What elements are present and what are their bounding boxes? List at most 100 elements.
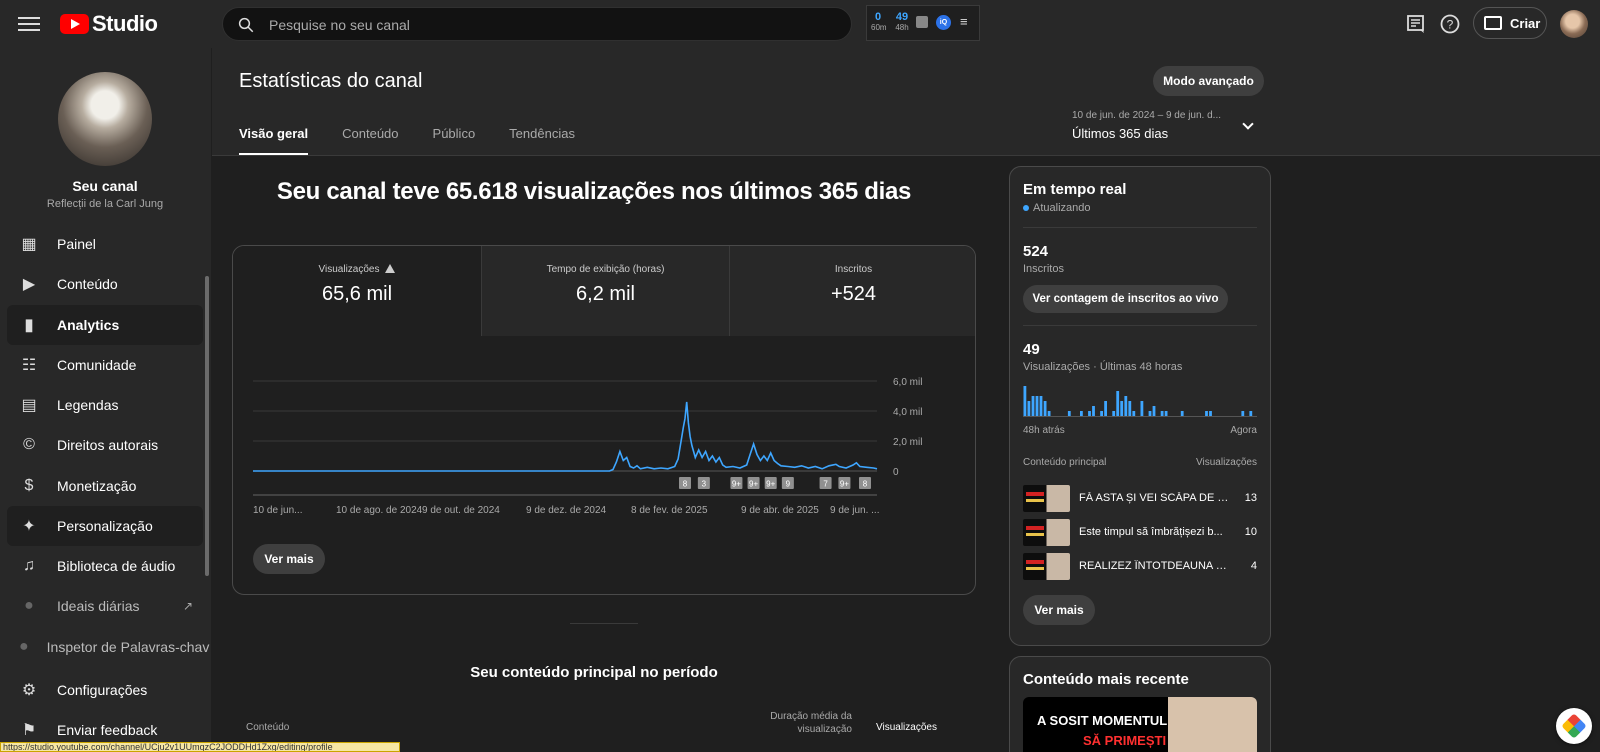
date-range-label: Últimos 365 dias xyxy=(1072,126,1169,141)
channel-name: Seu canal xyxy=(72,178,138,194)
sidebar-item-keyword-inspector[interactable]: ● Inspetor de Palavras-chav xyxy=(7,627,209,667)
realtime-bar xyxy=(1104,401,1107,416)
sidebar-item-customization[interactable]: ✦ Personalização xyxy=(7,505,203,546)
tab-trends[interactable]: Tendências xyxy=(509,126,575,155)
sidebar-item-label: Ideais diárias xyxy=(57,598,140,615)
publish-marker-label: 9+ xyxy=(840,480,849,489)
sidebar-item-subtitles[interactable]: ▤ Legendas xyxy=(7,385,203,425)
x-tick-label: 8 de fev. de 2025 xyxy=(631,505,708,516)
latest-video-thumbnail[interactable]: A SOSIT MOMENTUL SĂ PRIMEȘTI xyxy=(1023,697,1257,752)
tab-overview[interactable]: Visão geral xyxy=(239,126,309,155)
video-views: 13 xyxy=(1244,492,1257,504)
analytics-header: Estatísticas do canal Modo avançado Visã… xyxy=(212,48,1600,156)
sidebar-item-label: Analytics xyxy=(57,316,120,333)
realtime-bar xyxy=(1039,396,1043,416)
ext-menu-icon[interactable]: ≡ xyxy=(960,15,968,28)
content-icon: ▶ xyxy=(22,276,36,294)
sidebar-item-copyright[interactable]: © Direitos autorais xyxy=(7,425,203,465)
hamburger-menu-icon[interactable] xyxy=(18,14,40,34)
sidebar-item-label: Conteúdo xyxy=(57,276,118,293)
realtime-bar xyxy=(1100,411,1103,416)
date-range-selector[interactable]: 10 de jun. de 2024 – 9 de jun. d... Últi… xyxy=(1072,110,1272,141)
kpi-watch-time[interactable]: Tempo de exibição (horas) 6,2 mil xyxy=(481,246,729,336)
sidebar-item-label: Inspetor de Palavras-chav xyxy=(46,638,210,655)
sidebar: Seu canal Reflecții de la Carl Jung ▦ Pai… xyxy=(0,48,212,752)
publish-marker-label: 9 xyxy=(786,480,791,489)
realtime-bar-chart[interactable] xyxy=(1023,383,1257,417)
kpi-views[interactable]: Visualizações 65,6 mil xyxy=(233,246,481,336)
realtime-content-row[interactable]: FĂ ASTA ȘI VEI SCĂPA DE 9... 13 xyxy=(1023,485,1257,513)
live-subscriber-count-button[interactable]: Ver contagem de inscritos ao vivo xyxy=(1023,285,1228,313)
tab-content[interactable]: Conteúdo xyxy=(342,126,398,155)
sidebar-item-audio-library[interactable]: ♫ Biblioteca de áudio xyxy=(7,546,203,586)
video-thumbnail xyxy=(1023,519,1070,546)
youtube-logo-icon xyxy=(60,14,89,34)
realtime-bar xyxy=(1205,411,1208,416)
kpi-value: +524 xyxy=(830,283,877,305)
studio-logo[interactable]: Studio xyxy=(60,11,158,37)
ext-stat-value: 49 xyxy=(895,11,909,23)
bar-chart-icon[interactable] xyxy=(916,16,928,28)
advanced-mode-button[interactable]: Modo avançado xyxy=(1153,66,1264,96)
divider xyxy=(1023,227,1257,228)
table-header-views[interactable]: Visualizações xyxy=(876,722,937,733)
table-header-avg-duration[interactable]: Duração média da visualização xyxy=(758,710,852,736)
copyright-icon: © xyxy=(23,436,35,454)
overview-headline: Seu canal teve 65.618 visualizações nos … xyxy=(276,178,912,205)
publish-marker-label: 7 xyxy=(823,480,828,489)
realtime-content-row[interactable]: Este timpul să îmbrățișezi b... 10 xyxy=(1023,519,1257,547)
sidebar-scrollbar[interactable] xyxy=(205,276,209,576)
top-bar: Studio 0 60m 49 48h iQ ≡ ? Criar xyxy=(0,0,1600,48)
comments-icon[interactable] xyxy=(1404,12,1428,36)
sidebar-item-community[interactable]: ☷ Comunidade xyxy=(7,345,203,385)
sidebar-item-label: Monetização xyxy=(57,477,137,494)
realtime-content-row[interactable]: REALIZEZ ÎNTOTDEAUNA cee... 4 xyxy=(1023,553,1257,581)
channel-avatar[interactable] xyxy=(58,72,152,166)
search-icon xyxy=(238,17,254,33)
sidebar-item-settings[interactable]: ⚙ Configurações xyxy=(7,670,203,710)
sidebar-item-content[interactable]: ▶ Conteúdo xyxy=(7,264,203,304)
browser-status-url: https://studio.youtube.com/channel/UCju2… xyxy=(0,742,400,752)
kpi-subscribers[interactable]: Inscritos +524 xyxy=(729,246,975,336)
warning-icon xyxy=(385,264,396,273)
video-title: Este timpul să îmbrățișezi b... xyxy=(1079,526,1223,538)
realtime-see-more-button[interactable]: Ver mais xyxy=(1023,595,1095,625)
thumbnail-text-line1: A SOSIT MOMENTUL xyxy=(1037,713,1168,728)
create-label: Criar xyxy=(1510,15,1541,31)
create-button[interactable]: Criar xyxy=(1473,7,1547,39)
monetization-icon: $ xyxy=(24,476,34,494)
account-avatar[interactable] xyxy=(1560,10,1588,38)
see-more-button[interactable]: Ver mais xyxy=(253,544,325,574)
y-tick-label: 4,0 mil xyxy=(893,407,922,418)
realtime-subs-label: Inscritos xyxy=(1023,263,1064,275)
sidebar-item-daily-ideas[interactable]: ● Ideais diárias ↗ xyxy=(7,586,203,626)
vidiq-icon[interactable]: iQ xyxy=(936,15,951,30)
svg-text:?: ? xyxy=(1447,18,1454,32)
assistant-fab-icon[interactable] xyxy=(1556,708,1592,744)
video-title: FĂ ASTA ȘI VEI SCĂPA DE 9... xyxy=(1079,492,1231,504)
views-line-chart[interactable]: 6,0 mil 4,0 mil 2,0 mil 0 8 3 9+ 9+ 9+ 9 7 9+ 8 10 de… xyxy=(233,336,976,536)
sidebar-item-analytics[interactable]: ▮ Analytics xyxy=(7,304,203,345)
search-bar[interactable] xyxy=(222,7,852,41)
realtime-subs-value: 524 xyxy=(1023,243,1049,260)
tab-audience[interactable]: Público xyxy=(433,126,476,155)
sidebar-item-monetization[interactable]: $ Monetização xyxy=(7,466,203,506)
y-tick-label: 2,0 mil xyxy=(893,437,922,448)
help-icon[interactable]: ? xyxy=(1438,12,1462,36)
sidebar-item-label: Biblioteca de áudio xyxy=(57,558,176,574)
ext-stat-value: 0 xyxy=(874,11,882,23)
date-range-dates: 10 de jun. de 2024 – 9 de jun. d... xyxy=(1072,110,1222,121)
kpi-label: Visualizações xyxy=(318,264,380,275)
realtime-bar xyxy=(1164,411,1168,416)
sidebar-item-dashboard[interactable]: ▦ Painel xyxy=(7,224,203,264)
realtime-bar xyxy=(1249,411,1253,416)
vidiq-extension-widget[interactable]: 0 60m 49 48h iQ ≡ xyxy=(866,5,980,41)
search-input[interactable] xyxy=(269,14,829,36)
ext-stat-label: 48h xyxy=(895,23,909,32)
y-tick-label: 6,0 mil xyxy=(893,377,922,388)
overview-card: Visualizações 65,6 mil Tempo de exibição… xyxy=(232,245,976,595)
realtime-bar xyxy=(1132,411,1136,416)
divider xyxy=(1023,325,1257,326)
realtime-bar xyxy=(1128,401,1132,416)
kpi-label: Inscritos xyxy=(834,264,873,275)
